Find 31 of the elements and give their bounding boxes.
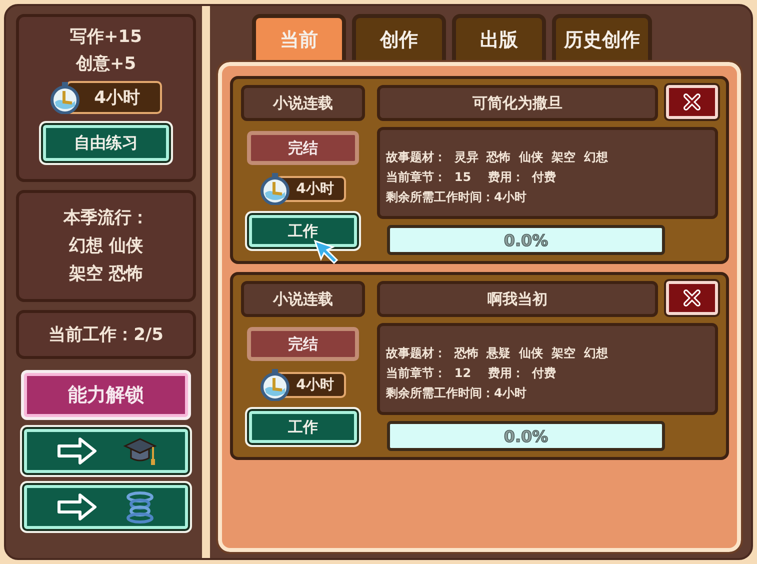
trend-genres: 幻想 仙侠 xyxy=(69,235,143,258)
work-type-label: 小说连载 xyxy=(241,85,365,121)
chapter-text: 当前章节： 15 费用： 付费 xyxy=(386,169,558,186)
arrow-icon xyxy=(56,436,98,466)
trend-title: 本季流行： xyxy=(64,207,148,230)
remaining-time-text: 剩余所需工作时间：4小时 xyxy=(386,385,528,402)
chapter-text: 当前章节： 12 费用： 付费 xyxy=(386,365,558,382)
stat-text: 创意+5 xyxy=(76,53,136,76)
arrow-icon xyxy=(56,492,98,522)
trend-genres: 架空 恐怖 xyxy=(69,263,143,286)
close-button[interactable] xyxy=(666,85,718,119)
stat-text: 写作+15 xyxy=(70,26,142,49)
remaining-time-text: 剩余所需工作时间：4小时 xyxy=(386,189,528,206)
genre-text: 故事题材： 灵异 恐怖 仙侠 架空 幻想 xyxy=(386,149,609,166)
progress-percent: 0.0% xyxy=(504,426,548,446)
cursor-icon xyxy=(313,239,339,265)
finish-button[interactable]: 完结 xyxy=(247,327,359,361)
progress-percent: 0.0% xyxy=(504,230,548,250)
tab[interactable]: 出版 xyxy=(452,14,546,62)
close-icon xyxy=(682,92,702,112)
work-title: 可简化为撒旦 xyxy=(377,85,658,121)
work-count: 当前工作：2/5 xyxy=(48,324,164,346)
close-icon xyxy=(682,288,702,308)
finish-button[interactable]: 完结 xyxy=(247,131,359,165)
tab[interactable]: 历史创作 xyxy=(552,14,652,62)
work-type-label: 小说连载 xyxy=(241,281,365,317)
work-title: 啊我当初 xyxy=(377,281,658,317)
tab[interactable]: 创作 xyxy=(352,14,446,62)
unlock-button[interactable]: 能力解锁 xyxy=(24,373,188,417)
genre-text: 故事题材： 恐怖 悬疑 仙侠 架空 幻想 xyxy=(386,345,609,362)
close-button[interactable] xyxy=(666,281,718,315)
